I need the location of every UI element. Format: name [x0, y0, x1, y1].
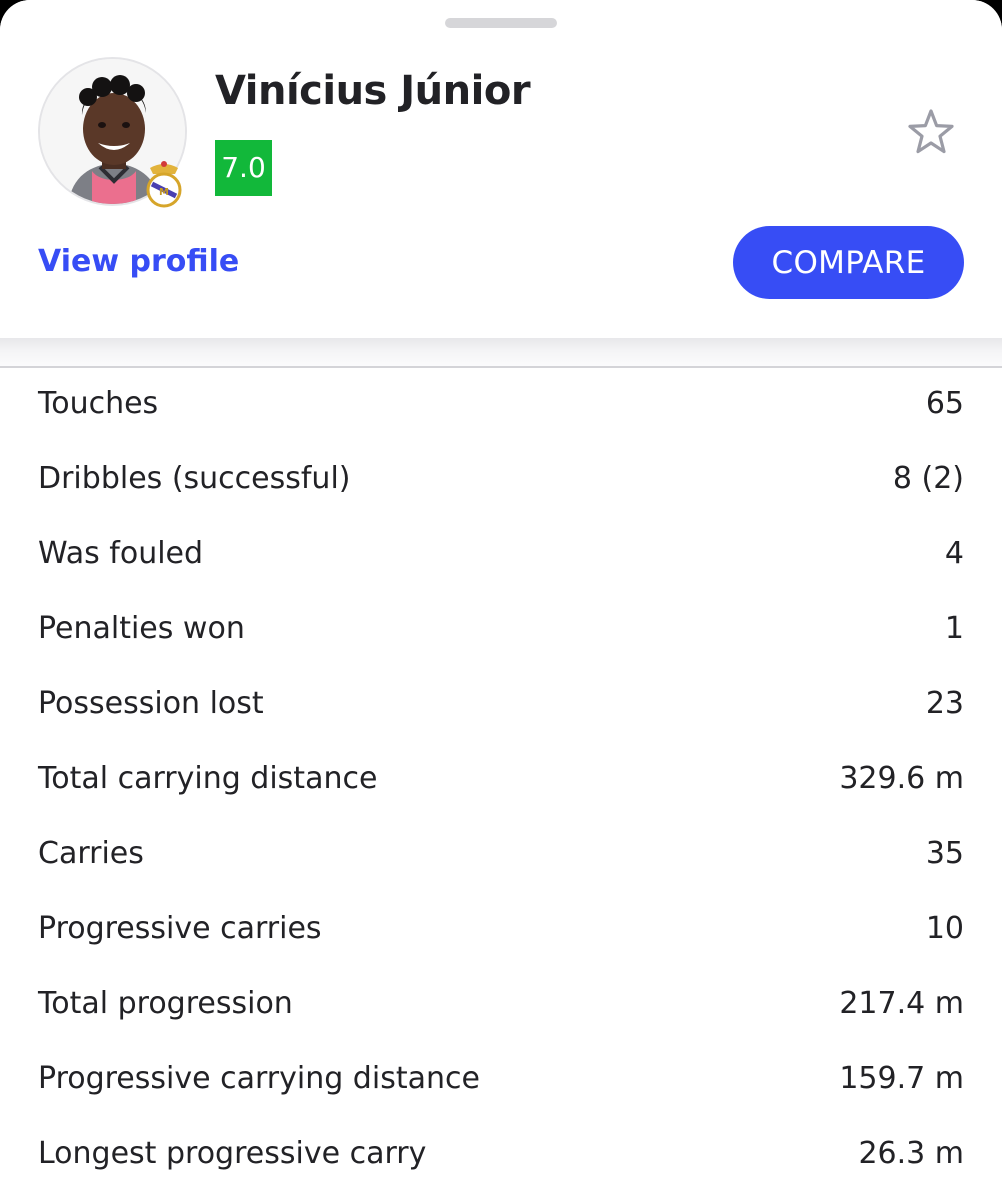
stat-label: Dribbles (successful): [38, 461, 351, 496]
stat-label: Penalties won: [38, 611, 245, 646]
star-outline-icon[interactable]: [906, 107, 956, 157]
stat-row: Carries 35: [0, 818, 1002, 893]
stat-value: 23: [925, 686, 964, 721]
stat-value: 1: [944, 611, 964, 646]
header-divider: [0, 366, 1002, 368]
stat-row: Was fouled 4: [0, 518, 1002, 593]
stat-value: 4: [944, 536, 964, 571]
stat-value: 329.6 m: [839, 761, 964, 796]
stat-label: Progressive carries: [38, 911, 322, 946]
player-name: Vinícius Júnior: [215, 68, 531, 114]
stat-value: 65: [925, 386, 964, 421]
svg-text:M: M: [159, 187, 169, 198]
stat-label: Longest progressive carry: [38, 1136, 427, 1171]
stat-label: Total progression: [38, 986, 293, 1021]
stat-value: 35: [925, 836, 964, 871]
stat-row: Total progression 217.4 m: [0, 968, 1002, 1043]
stat-label: Touches: [38, 386, 159, 421]
stat-value: 159.7 m: [839, 1061, 964, 1096]
stat-row: Longest progressive carry 26.3 m: [0, 1118, 1002, 1193]
stat-row: Possession lost 23: [0, 668, 1002, 743]
stat-value: 217.4 m: [839, 986, 964, 1021]
rating-badge: 7.0: [215, 140, 272, 196]
compare-button[interactable]: COMPARE: [733, 226, 964, 299]
player-stats-sheet: M Vinícius Júnior 7.0 View profile COMPA…: [0, 0, 1002, 1199]
stat-value: 10: [925, 911, 964, 946]
club-crest-icon: M: [144, 158, 184, 208]
stat-label: Was fouled: [38, 536, 204, 571]
stat-label: Possession lost: [38, 686, 264, 721]
stat-value: 26.3 m: [858, 1136, 964, 1171]
player-header: M Vinícius Júnior 7.0 View profile COMPA…: [0, 0, 1002, 338]
stat-label: Progressive carrying distance: [38, 1061, 480, 1096]
header-shadow: [0, 338, 1002, 366]
stats-list: Touches 65 Dribbles (successful) 8 (2) Was f…: [0, 368, 1002, 1193]
stat-row: Progressive carries 10: [0, 893, 1002, 968]
sheet-drag-handle[interactable]: [445, 18, 557, 28]
view-profile-link[interactable]: View profile: [38, 244, 239, 279]
stat-label: Carries: [38, 836, 144, 871]
stat-row: Penalties won 1: [0, 593, 1002, 668]
stat-label: Total carrying distance: [38, 761, 378, 796]
stat-value: 8 (2): [892, 461, 964, 496]
stat-row: Dribbles (successful) 8 (2): [0, 443, 1002, 518]
stat-row: Progressive carrying distance 159.7 m: [0, 1043, 1002, 1118]
stat-row: Touches 65: [0, 368, 1002, 443]
stat-row: Total carrying distance 329.6 m: [0, 743, 1002, 818]
